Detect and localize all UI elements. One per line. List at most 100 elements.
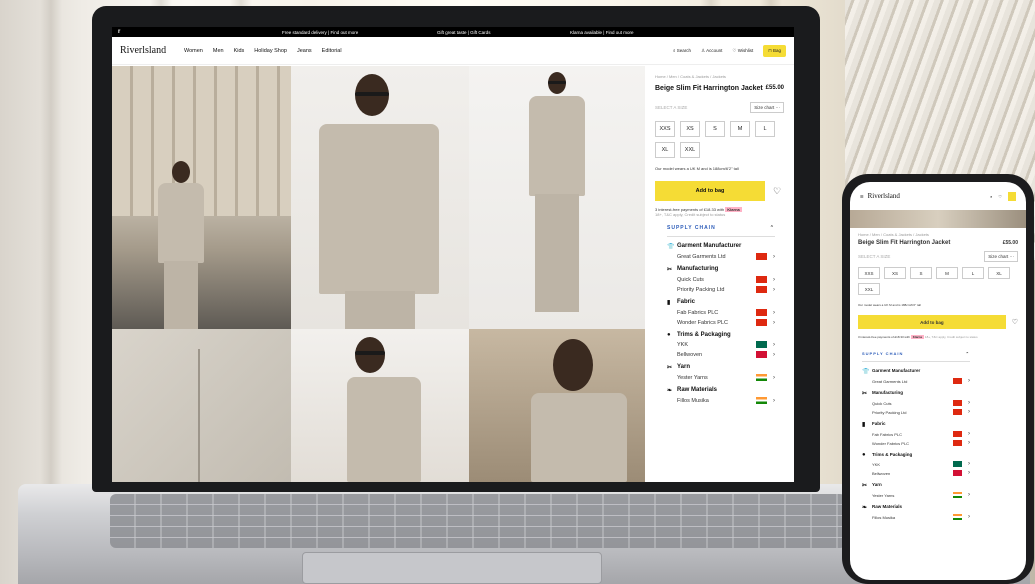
supply-chain-header[interactable]: SUPPLY CHAIN ⌃ [667, 225, 775, 237]
supplier-row[interactable]: Great Garments Ltd › [677, 253, 775, 260]
account-button[interactable]: ♙ Account [701, 48, 722, 54]
supplier-row[interactable]: Great Garments Ltd › [872, 378, 970, 384]
supplier-row[interactable]: Fillos Musika › [677, 397, 775, 404]
size-option[interactable]: XS [680, 121, 700, 137]
breadcrumb[interactable]: Home / Men / Coats & Jackets / Jackets [858, 232, 1018, 237]
size-option[interactable]: M [730, 121, 750, 137]
chevron-right-icon: › [773, 319, 775, 326]
supply-chain-group-title: Yarn [872, 482, 882, 487]
nav-editorial[interactable]: Editorial [322, 48, 342, 54]
brand-logo[interactable]: Riverlsland [120, 45, 184, 56]
supplier-row[interactable]: Quick Cuts › [677, 276, 775, 283]
size-option[interactable]: S [705, 121, 725, 137]
cotton-icon: ❧ [862, 505, 868, 511]
country-flag-icon [953, 378, 962, 384]
supplier-name: Great Garments Ltd [872, 378, 908, 384]
model-note: Our model wears a UK M and is 188cm/6'2"… [858, 303, 921, 307]
size-option[interactable]: XL [988, 267, 1010, 279]
supplier-row[interactable]: Priority Packing Ltd › [872, 409, 970, 415]
nav-kids[interactable]: Kids [234, 48, 245, 54]
supplier-row[interactable]: Bellwoven › [872, 470, 970, 476]
product-photo-fulllength[interactable] [469, 66, 645, 329]
supply-chain-group-title: Garment Manufacturer [677, 243, 742, 249]
chevron-up-icon: ⌃ [769, 225, 775, 231]
product-photo-seated[interactable] [291, 329, 469, 482]
supply-chain-group-title: Fabric [677, 299, 696, 305]
size-chart-button[interactable]: Size chart ··· [984, 251, 1018, 262]
size-option[interactable]: XXS [655, 121, 675, 137]
nav-jeans[interactable]: Jeans [297, 48, 312, 54]
size-option[interactable]: XXL [858, 283, 880, 295]
size-option[interactable]: S [910, 267, 932, 279]
wishlist-button[interactable]: ♡ Wishlist [732, 48, 753, 54]
search-icon[interactable]: ⌕ [990, 194, 992, 199]
product-photo-street[interactable] [112, 66, 291, 329]
supplier-row[interactable]: Priority Packing Ltd › [677, 286, 775, 293]
supplier-row[interactable]: Fab Fabrics PLC › [872, 431, 970, 437]
supplier-row[interactable]: YKK › [677, 341, 775, 348]
supplier-name: Bellwoven [872, 470, 891, 476]
announcement-gift[interactable]: Gift great taste | Gift Cards [437, 30, 490, 35]
size-option[interactable]: XXL [680, 142, 700, 158]
supplier-row[interactable]: Yester Yarns › [677, 374, 775, 381]
product-price: £55.00 [765, 85, 784, 91]
add-to-bag-button[interactable]: Add to bag [858, 315, 1006, 329]
nav-holiday-shop[interactable]: Holiday Shop [254, 48, 287, 54]
heart-icon: ♡ [732, 47, 737, 53]
supplier-row[interactable]: Bellwoven › [677, 351, 775, 358]
country-flag-icon [756, 276, 767, 283]
heart-icon[interactable]: ♡ [1012, 318, 1018, 326]
heart-icon[interactable]: ♡ [998, 194, 1002, 199]
size-option[interactable]: L [755, 121, 775, 137]
nav-women[interactable]: Women [184, 48, 203, 54]
supplier-row[interactable]: Fab Fabrics PLC › [677, 309, 775, 316]
supply-chain-group-title: Manufacturing [677, 266, 719, 272]
search-button[interactable]: ⌕ Search [673, 48, 691, 53]
supplier-row[interactable]: Wonder Fabrics PLC › [872, 440, 970, 446]
menu-icon[interactable]: ☰ [860, 194, 864, 199]
phone-screen: ☰ Riverlsland ⌕ ♡ Home / Men / Coats & J… [850, 182, 1026, 580]
supply-chain-group: ❧ Raw Materials Fillos Musika › [667, 387, 775, 404]
phone-brand[interactable]: Riverlsland [868, 192, 900, 200]
breadcrumb[interactable]: Home / Men / Coats & Jackets / Jackets [655, 74, 784, 79]
product-photo-portrait[interactable] [469, 329, 645, 482]
phone-product-image[interactable] [850, 210, 1026, 228]
supplier-name: Fillos Musika [677, 397, 709, 404]
bag-icon[interactable] [1008, 191, 1016, 201]
heart-icon[interactable]: ♡ [773, 186, 781, 197]
klarna-badge[interactable]: Klarna [725, 207, 742, 212]
country-flag-icon [953, 461, 962, 467]
size-options: XXS XS S M L XL XXL [858, 267, 1018, 295]
size-option[interactable]: XS [884, 267, 906, 279]
search-icon: ⌕ [673, 48, 676, 53]
chevron-right-icon: › [773, 341, 775, 348]
size-chart-button[interactable]: Size chart ··· [750, 102, 784, 113]
supplier-row[interactable]: Fillos Musika › [872, 514, 970, 520]
klarna-badge[interactable]: Klarna [910, 335, 925, 339]
supply-chain-group: ✂ Yarn Yester Yarns › [667, 364, 775, 381]
supplier-row[interactable]: Quick Cuts › [872, 400, 970, 406]
supply-chain-group-title: Fabric [872, 421, 886, 426]
shirt-icon: 👕 [667, 244, 675, 250]
supply-chain-header[interactable]: SUPPLY CHAIN ⌃ [862, 351, 970, 362]
size-option[interactable]: L [962, 267, 984, 279]
chevron-right-icon: › [968, 461, 970, 467]
supplier-row[interactable]: Yester Yarns › [872, 492, 970, 498]
supply-chain-group-title: Manufacturing [872, 390, 903, 395]
nav-men[interactable]: Men [213, 48, 224, 54]
size-option[interactable]: XXS [858, 267, 880, 279]
size-option[interactable]: XL [655, 142, 675, 158]
supplier-name: Quick Cuts [677, 276, 704, 283]
supplier-row[interactable]: YKK › [872, 461, 970, 467]
add-to-bag-button[interactable]: Add to bag [655, 181, 765, 201]
supplier-row[interactable]: Wonder Fabrics PLC › [677, 319, 775, 326]
product-photo-detail[interactable] [112, 329, 291, 482]
chevron-right-icon: › [773, 374, 775, 381]
size-option[interactable]: M [936, 267, 958, 279]
country-flag-icon [953, 409, 962, 415]
product-photo-closeup[interactable] [291, 66, 469, 329]
bag-button[interactable]: ⊓ Bag [763, 44, 786, 57]
chevron-right-icon: › [968, 514, 970, 520]
announcement-delivery[interactable]: Free standard delivery | Find out more [282, 30, 358, 35]
announcement-klarna[interactable]: Klarna available | Find out more [570, 30, 633, 35]
